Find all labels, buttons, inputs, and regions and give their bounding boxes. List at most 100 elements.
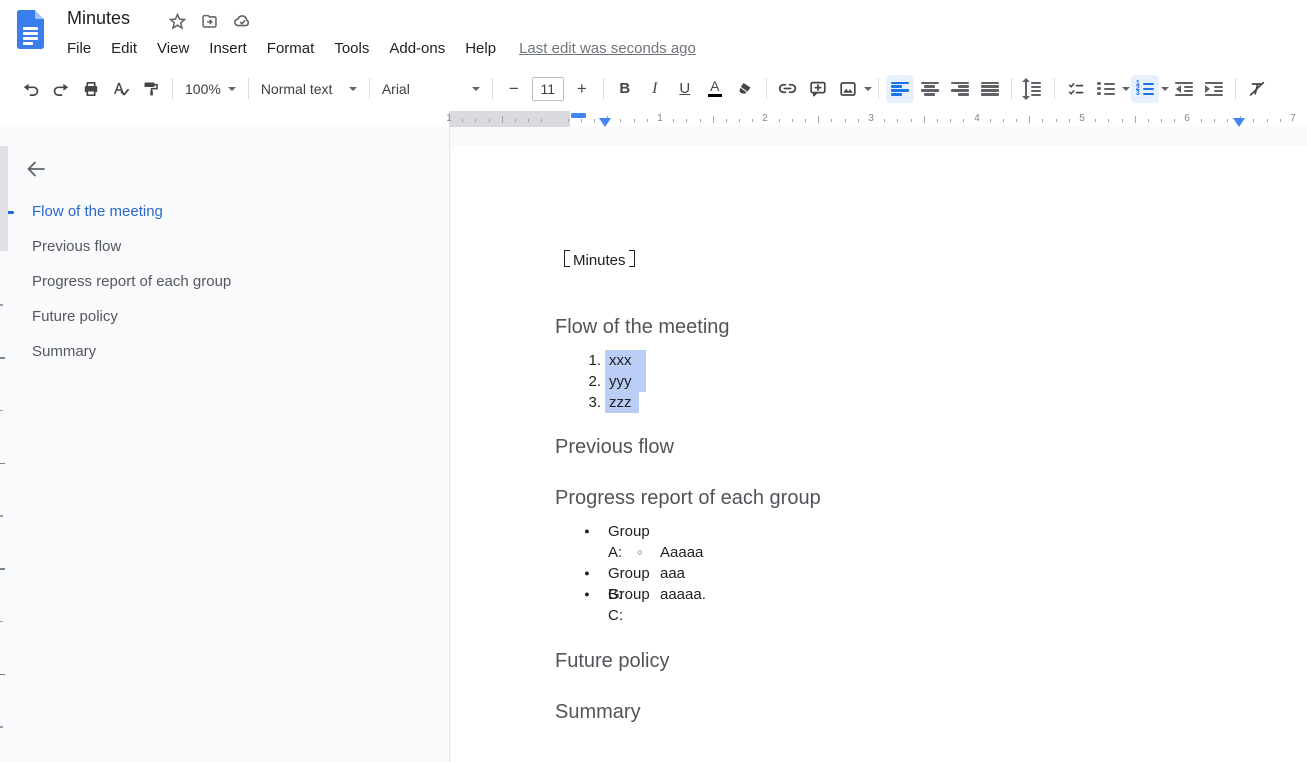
move-folder-icon[interactable] <box>199 11 219 31</box>
bold-button[interactable]: B <box>611 75 639 103</box>
ruler-tick <box>937 119 938 122</box>
outline-item-summary[interactable]: Summary <box>32 343 96 361</box>
align-center-button[interactable] <box>916 75 944 103</box>
vertical-ruler-tick <box>0 568 5 570</box>
numbered-list-caret[interactable] <box>1161 87 1169 91</box>
underline-button[interactable]: U <box>671 75 699 103</box>
italic-button[interactable]: I <box>641 75 669 103</box>
document-page[interactable]: Minutes Flow of the meeting 1. xxx 2. yy… <box>451 146 1307 762</box>
vertical-ruler-tick <box>0 726 3 728</box>
first-line-indent-marker[interactable] <box>571 113 586 118</box>
insert-link-button[interactable] <box>774 75 802 103</box>
ruler-tick <box>581 119 582 122</box>
outline-item-previous[interactable]: Previous flow <box>32 238 121 256</box>
ruler-tick <box>792 119 793 122</box>
ruler-tick <box>884 119 885 122</box>
decrease-font-size-button[interactable]: − <box>500 75 528 103</box>
add-comment-button[interactable] <box>804 75 832 103</box>
ruler-tick <box>1069 119 1070 122</box>
menu-edit[interactable]: Edit <box>111 40 137 57</box>
zoom-select[interactable]: 100% <box>179 75 242 103</box>
vertical-ruler-tick <box>0 304 3 306</box>
styles-select[interactable]: Normal text <box>255 75 363 103</box>
menu-view[interactable]: View <box>157 40 189 57</box>
decrease-indent-button[interactable] <box>1170 75 1198 103</box>
line-spacing-icon <box>1025 82 1041 96</box>
ruler-tick <box>739 119 740 122</box>
align-left-button[interactable] <box>886 75 914 103</box>
vertical-ruler-tick <box>0 463 5 465</box>
separator <box>878 78 879 99</box>
close-outline-button[interactable] <box>22 155 50 183</box>
justify-button[interactable] <box>976 75 1004 103</box>
separator <box>1235 78 1236 99</box>
ruler-number: 1 <box>657 113 663 124</box>
ruler-tick <box>1174 119 1175 122</box>
cloud-saved-icon[interactable] <box>232 11 252 31</box>
outline-item-flow[interactable]: Flow of the meeting <box>32 203 163 221</box>
ruler-number: 1 <box>446 113 452 124</box>
bulleted-list-button[interactable] <box>1092 75 1120 103</box>
justify-icon <box>981 82 999 96</box>
left-indent-marker[interactable] <box>599 118 611 127</box>
insert-image-button[interactable] <box>834 75 862 103</box>
ruler-tick <box>502 116 503 123</box>
ruler-tick <box>1135 116 1136 123</box>
ruler-tick <box>911 119 912 122</box>
font-size-input[interactable]: 11 <box>532 77 564 101</box>
highlight-color-button[interactable] <box>731 75 759 103</box>
ruler-tick <box>1201 119 1202 122</box>
bullet-icon: ● <box>581 563 593 584</box>
ruler-tick <box>528 119 529 122</box>
ruler-tick <box>1253 119 1254 122</box>
ruler-tick <box>990 119 991 122</box>
increase-indent-icon <box>1205 82 1223 96</box>
menu-file[interactable]: File <box>67 40 91 57</box>
image-options-caret[interactable] <box>864 87 872 91</box>
bulleted-list-caret[interactable] <box>1122 87 1130 91</box>
intro-paragraph: Minutes <box>564 250 635 271</box>
menu-format[interactable]: Format <box>267 40 315 57</box>
outline-item-progress[interactable]: Progress report of each group <box>32 273 231 291</box>
ruler-tick <box>686 119 687 122</box>
font-select[interactable]: Arial <box>376 75 486 103</box>
spellcheck-button[interactable] <box>107 75 135 103</box>
lenticular-bracket-left <box>564 250 570 267</box>
ruler-tick <box>1029 116 1030 123</box>
menu-addons[interactable]: Add-ons <box>389 40 445 57</box>
heading-flow: Flow of the meeting <box>555 315 730 339</box>
ruler-tick <box>475 119 476 122</box>
line-spacing-button[interactable] <box>1019 75 1047 103</box>
outline-item-future[interactable]: Future policy <box>32 308 118 326</box>
align-right-button[interactable] <box>946 75 974 103</box>
print-button[interactable] <box>77 75 105 103</box>
ruler-tick <box>752 119 753 122</box>
clear-formatting-button[interactable] <box>1243 75 1271 103</box>
redo-button[interactable] <box>47 75 75 103</box>
align-center-icon <box>921 82 939 96</box>
document-title[interactable]: Minutes <box>67 8 130 29</box>
google-docs-icon[interactable] <box>17 10 44 49</box>
separator <box>766 78 767 99</box>
checklist-button[interactable] <box>1062 75 1090 103</box>
selected-text: yyy <box>605 371 646 392</box>
ruler-tick <box>1108 119 1109 122</box>
numbered-list-button[interactable]: 1 2 3 <box>1131 75 1159 103</box>
ruler-tick <box>845 119 846 122</box>
align-left-icon <box>891 82 909 96</box>
increase-indent-button[interactable] <box>1200 75 1228 103</box>
ruler-tick <box>634 119 635 122</box>
ruler-tick <box>594 119 595 122</box>
menu-tools[interactable]: Tools <box>334 40 369 57</box>
menu-insert[interactable]: Insert <box>209 40 247 57</box>
paint-format-button[interactable] <box>137 75 165 103</box>
bulleted-list-icon <box>1097 82 1115 96</box>
text-color-button[interactable]: A <box>701 75 729 103</box>
increase-font-size-button[interactable]: + <box>568 75 596 103</box>
last-edit-link[interactable]: Last edit was seconds ago <box>519 40 696 57</box>
undo-button[interactable] <box>17 75 45 103</box>
star-icon[interactable] <box>167 11 187 31</box>
menu-help[interactable]: Help <box>465 40 496 57</box>
right-indent-marker[interactable] <box>1233 118 1245 127</box>
ruler-tick <box>673 119 674 122</box>
